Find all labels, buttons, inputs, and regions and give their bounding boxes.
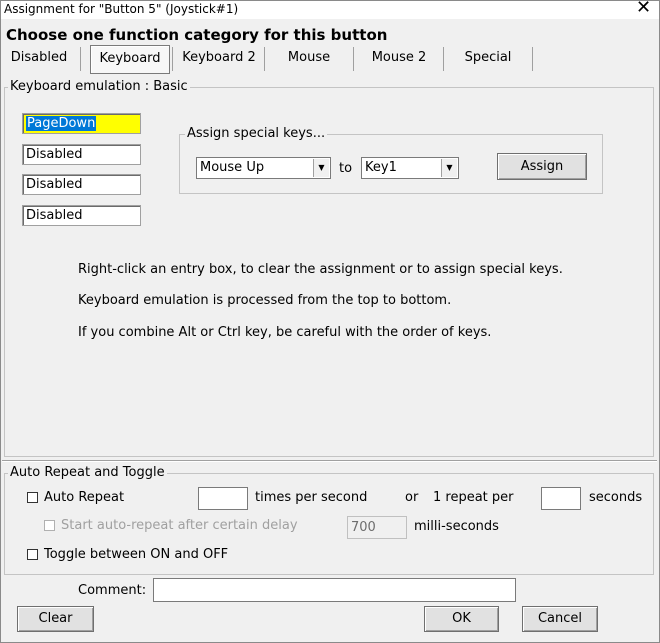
- assign-special-keys-label: Assign special keys...: [185, 126, 328, 141]
- times-per-second-input[interactable]: [198, 487, 248, 510]
- keyboard-group-label: Keyboard emulation : Basic: [8, 79, 190, 94]
- section-divider: [2, 460, 657, 462]
- toggle-label: Toggle between ON and OFF: [44, 547, 229, 562]
- close-icon[interactable]: ✕: [636, 0, 651, 18]
- key-entry-1-value: PageDown: [26, 116, 97, 131]
- tab-keyboard[interactable]: Keyboard: [90, 45, 170, 74]
- auto-repeat-label: Auto Repeat: [44, 490, 125, 505]
- tab-separator: [264, 47, 265, 71]
- special-key-from-dropdown[interactable]: Mouse Up ▼: [196, 157, 331, 179]
- info-line-2: Keyboard emulation is processed from the…: [78, 293, 452, 308]
- auto-repeat-checkbox[interactable]: [27, 492, 38, 503]
- to-label: to: [339, 161, 353, 176]
- info-line-3: If you combine Alt or Ctrl key, be caref…: [78, 325, 492, 340]
- tab-separator: [353, 47, 354, 71]
- chevron-down-icon[interactable]: ▼: [441, 159, 457, 177]
- tab-special[interactable]: Special: [448, 45, 528, 72]
- assign-button[interactable]: Assign: [497, 153, 587, 180]
- key-entry-4[interactable]: Disabled: [22, 205, 141, 226]
- tab-separator: [172, 47, 173, 71]
- seconds-label: seconds: [589, 490, 643, 505]
- or-label: or: [405, 490, 419, 505]
- milli-seconds-label: milli-seconds: [414, 519, 499, 534]
- special-key-from-value: Mouse Up: [200, 160, 265, 175]
- delay-label: Start auto-repeat after certain delay: [61, 518, 298, 533]
- key-entry-3[interactable]: Disabled: [22, 174, 141, 195]
- info-line-1: Right-click an entry box, to clear the a…: [78, 262, 563, 277]
- delay-ms-input[interactable]: 700: [347, 516, 407, 539]
- auto-repeat-group-label: Auto Repeat and Toggle: [8, 465, 167, 480]
- chevron-down-icon[interactable]: ▼: [313, 159, 329, 177]
- special-key-to-dropdown[interactable]: Key1 ▼: [361, 157, 459, 179]
- cancel-button[interactable]: Cancel: [522, 606, 598, 632]
- tab-keyboard-2[interactable]: Keyboard 2: [176, 45, 262, 72]
- tab-disabled[interactable]: Disabled: [6, 45, 72, 72]
- toggle-checkbox[interactable]: [27, 549, 38, 560]
- ok-button[interactable]: OK: [424, 606, 499, 632]
- page-heading: Choose one function category for this bu…: [6, 26, 388, 44]
- special-key-to-value: Key1: [365, 160, 397, 175]
- comment-input[interactable]: [153, 578, 516, 602]
- comment-label: Comment:: [78, 583, 147, 598]
- one-repeat-per-label: 1 repeat per: [433, 490, 514, 505]
- tab-separator: [532, 47, 533, 71]
- key-entry-1[interactable]: PageDown: [22, 113, 141, 134]
- window-title: Assignment for "Button 5" (Joystick#1): [4, 2, 239, 16]
- clear-button[interactable]: Clear: [17, 606, 94, 632]
- tab-separator: [80, 47, 81, 71]
- repeat-seconds-input[interactable]: [541, 487, 581, 510]
- tab-separator: [443, 47, 444, 71]
- tab-mouse-2[interactable]: Mouse 2: [359, 45, 439, 72]
- tab-mouse[interactable]: Mouse: [270, 45, 348, 72]
- times-per-second-label: times per second: [255, 490, 368, 505]
- delay-checkbox[interactable]: [44, 520, 55, 531]
- key-entry-2[interactable]: Disabled: [22, 144, 141, 165]
